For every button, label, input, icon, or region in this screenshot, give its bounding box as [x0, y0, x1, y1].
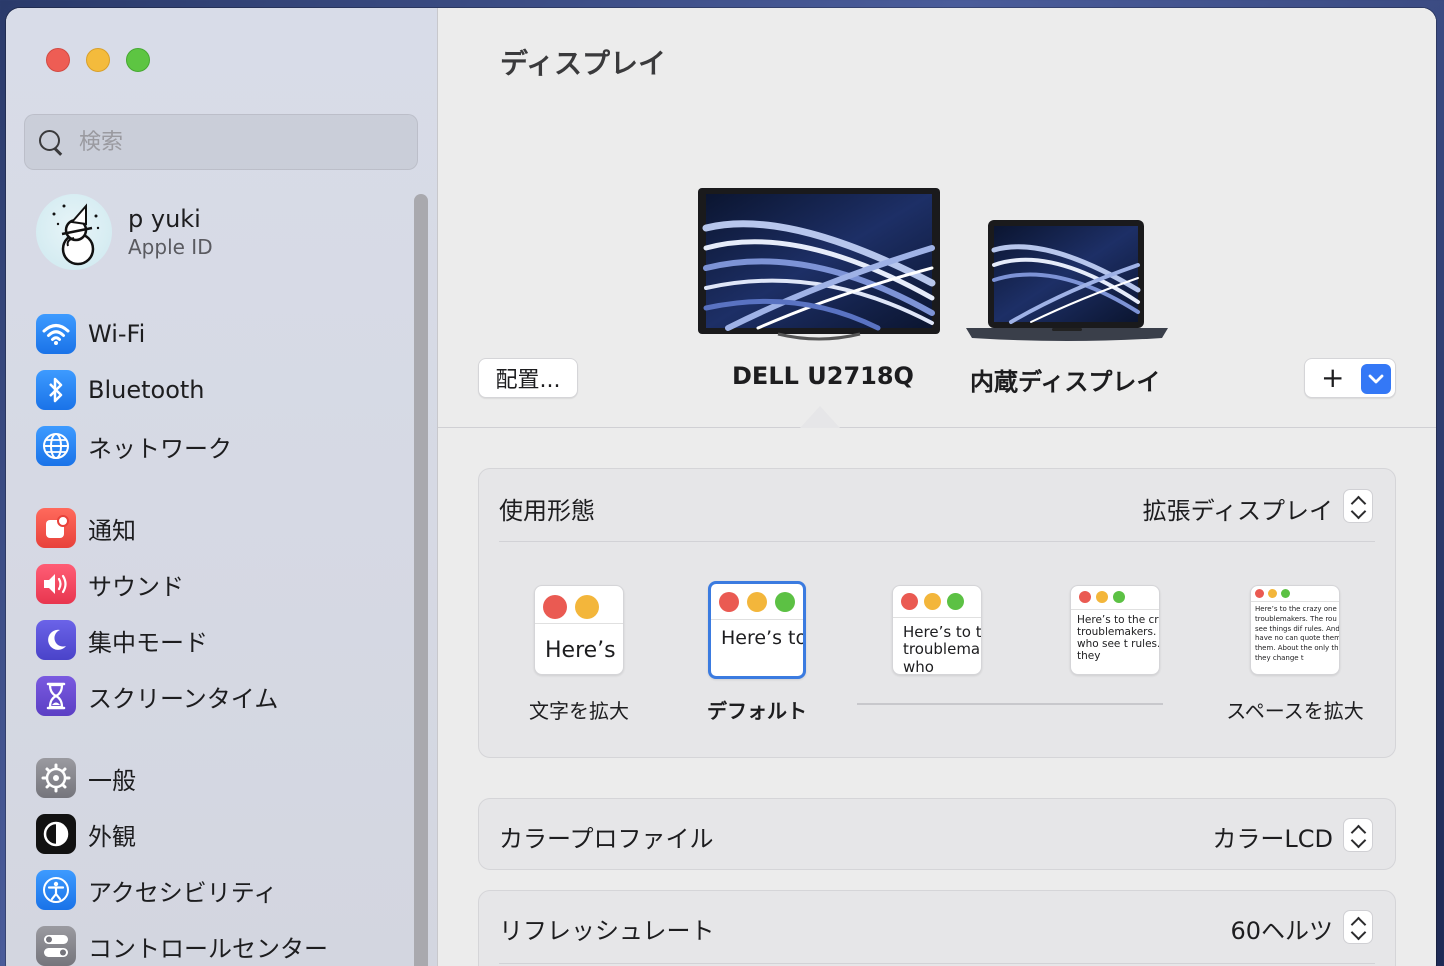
resolution-label: 文字を拡大: [529, 699, 629, 723]
sidebar-item-focus[interactable]: 集中モード: [36, 618, 208, 662]
sidebar-item-label: スクリーンタイム: [88, 684, 279, 713]
profile-name: p yuki: [128, 205, 201, 233]
builtin-display-thumbnail[interactable]: [966, 220, 1168, 346]
use-as-stepper[interactable]: [1343, 489, 1373, 523]
sidebar-item-label: 一般: [88, 766, 136, 795]
display-arrangement-area: ディスプレイ 配置... DELL U2718Q 内蔵ディスプレイ +: [438, 8, 1436, 428]
sidebar-item-label: 集中モード: [88, 628, 208, 657]
resolution-thumbnail: Here’s to troublem: [708, 581, 806, 679]
sidebar-item-label: アクセシビリティ: [88, 878, 278, 907]
resolution-option-larger-text[interactable]: Here’s 文字を拡大: [519, 585, 639, 724]
use-as-value[interactable]: 拡張ディスプレイ: [1143, 491, 1333, 526]
sidebar-item-label: 通知: [88, 516, 136, 545]
dell-monitor-thumbnail[interactable]: [698, 188, 940, 348]
zoom-button[interactable]: [126, 48, 150, 72]
resolution-thumbnail: Here’s to the crazy one troublemakers. T…: [1250, 585, 1340, 675]
add-button[interactable]: +: [1321, 364, 1344, 392]
avatar: [36, 194, 112, 270]
hourglass-icon: [36, 676, 76, 716]
settings-window: p yuki Apple ID Wi-Fi Bluetooth ネットワーク: [6, 8, 1436, 966]
speaker-icon: [36, 564, 76, 604]
sidebar-item-appearance[interactable]: 外観: [36, 812, 136, 856]
refresh-rate-value[interactable]: 60ヘルツ: [1230, 911, 1333, 946]
sidebar-item-general[interactable]: 一般: [36, 756, 136, 800]
profile-subtitle: Apple ID: [128, 235, 213, 259]
search-input[interactable]: [79, 129, 379, 155]
sidebar-item-label: コントロールセンター: [88, 934, 328, 963]
resolution-option-default[interactable]: Here’s to troublem デフォルト: [697, 581, 817, 724]
sidebar-item-label: ネットワーク: [88, 434, 232, 463]
refresh-rate-stepper[interactable]: [1343, 910, 1373, 944]
search-icon: [37, 128, 65, 156]
moon-icon: [36, 620, 76, 660]
color-profile-stepper[interactable]: [1343, 818, 1373, 852]
arrange-button[interactable]: 配置...: [478, 358, 578, 398]
refresh-rate-label: リフレッシュレート: [499, 917, 715, 945]
color-profile-card: カラープロファイル カラーLCD: [478, 798, 1396, 870]
use-as-card: 使用形態 拡張ディスプレイ Here’s 文字を拡大 Here’s to デフォ…: [478, 468, 1396, 758]
resolution-scale-line: [857, 703, 1163, 705]
appearance-icon: [36, 814, 76, 854]
sidebar-item-label: サウンド: [88, 572, 184, 601]
display-label-dell[interactable]: DELL U2718Q: [732, 362, 914, 390]
sidebar-item-notifications[interactable]: 通知: [36, 506, 136, 550]
close-button[interactable]: [46, 48, 70, 72]
divider: [499, 541, 1375, 542]
refresh-rate-card: リフレッシュレート 60ヘルツ: [478, 890, 1396, 966]
resolution-option-4[interactable]: Here’s to the cr troublemakers. ones who…: [1055, 585, 1175, 675]
sidebar-item-sound[interactable]: サウンド: [36, 562, 184, 606]
resolution-option-more-space[interactable]: Here’s to the crazy one troublemakers. T…: [1215, 585, 1375, 724]
resolution-thumbnail: Here’s to t troublema ones who: [892, 585, 982, 675]
minimize-button[interactable]: [86, 48, 110, 72]
resolution-thumbnail: Here’s: [534, 585, 624, 675]
apple-id-profile[interactable]: p yuki Apple ID: [36, 194, 213, 270]
sidebar-item-screen-time[interactable]: スクリーンタイム: [36, 674, 278, 718]
chevron-down-icon: [1368, 374, 1384, 384]
display-label-builtin[interactable]: 内蔵ディスプレイ: [970, 362, 1160, 397]
sidebar-scrollbar[interactable]: [414, 194, 428, 966]
sidebar-item-label: 外観: [88, 822, 136, 851]
bluetooth-icon: [36, 370, 76, 410]
sidebar-item-bluetooth[interactable]: Bluetooth: [36, 368, 205, 412]
resolution-label: スペースを拡大: [1226, 699, 1364, 723]
divider: [499, 963, 1375, 964]
gear-icon: [36, 758, 76, 798]
accessibility-icon: [36, 870, 76, 910]
resolution-label: デフォルト: [707, 699, 807, 723]
sidebar-item-accessibility[interactable]: アクセシビリティ: [36, 868, 277, 912]
resolution-option-3[interactable]: Here’s to t troublema ones who: [877, 585, 997, 675]
use-as-label: 使用形態: [499, 497, 595, 525]
sidebar-item-network[interactable]: ネットワーク: [36, 424, 232, 468]
bell-icon: [36, 508, 76, 548]
selected-display-pointer: [800, 406, 840, 428]
color-profile-label: カラープロファイル: [499, 825, 714, 853]
add-dropdown-button[interactable]: [1361, 364, 1391, 394]
resolution-thumbnail: Here’s to the cr troublemakers. ones who…: [1070, 585, 1160, 675]
main-content: ディスプレイ 配置... DELL U2718Q 内蔵ディスプレイ + 使用形態…: [438, 8, 1436, 966]
toggles-icon: [36, 926, 76, 966]
sidebar-item-label: Bluetooth: [88, 376, 205, 404]
wifi-icon: [36, 314, 76, 354]
add-display-control[interactable]: +: [1304, 358, 1396, 398]
page-title: ディスプレイ: [500, 47, 667, 80]
search-field[interactable]: [24, 114, 418, 170]
sidebar-item-label: Wi-Fi: [88, 320, 146, 348]
traffic-lights: [46, 48, 150, 72]
color-profile-value[interactable]: カラーLCD: [1212, 819, 1333, 854]
globe-icon: [36, 426, 76, 466]
sidebar-item-wifi[interactable]: Wi-Fi: [36, 312, 145, 356]
sidebar: p yuki Apple ID Wi-Fi Bluetooth ネットワーク: [6, 8, 438, 966]
sidebar-item-control-center[interactable]: コントロールセンター: [36, 924, 328, 966]
